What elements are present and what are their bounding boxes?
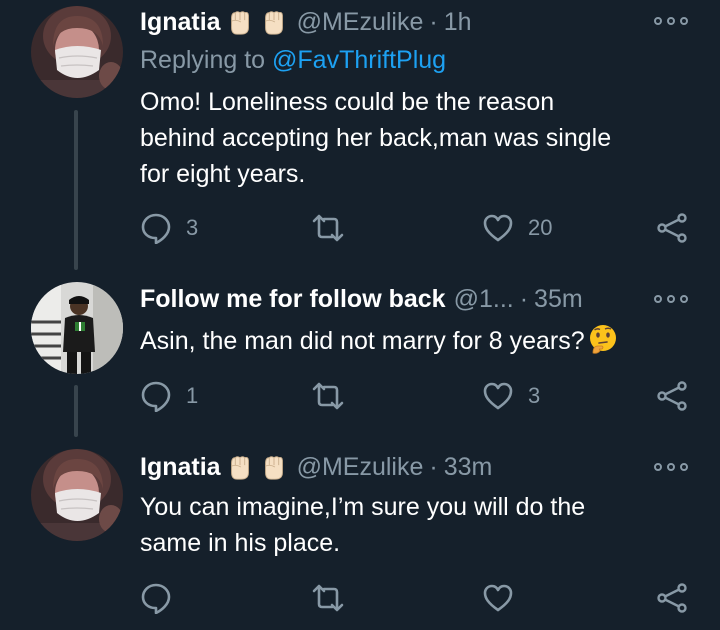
avatar[interactable] xyxy=(31,449,123,541)
tweet-text: You can imagine,I’m sure you will do the… xyxy=(140,489,685,561)
timestamp[interactable]: 1h xyxy=(444,8,472,37)
tweet-text: Omo! Loneliness could be the reason behi… xyxy=(140,84,685,192)
tweet-2[interactable]: Follow me for follow back @1... · 35m As… xyxy=(0,275,720,445)
display-name[interactable]: Ignatia xyxy=(140,8,221,37)
user-handle[interactable]: @MEzulike xyxy=(297,8,424,37)
tweet-text-line: same in his place. xyxy=(140,529,341,557)
avatar-image xyxy=(31,6,123,98)
thread-line xyxy=(74,110,78,270)
raised-fist-emoji-icon xyxy=(225,7,255,37)
retweet-icon xyxy=(310,212,346,244)
share-icon xyxy=(656,212,688,244)
timestamp[interactable]: 35m xyxy=(534,285,583,314)
share-icon xyxy=(656,380,688,412)
share-icon xyxy=(656,582,688,614)
more-options-icon[interactable] xyxy=(654,460,688,474)
avatar[interactable] xyxy=(31,282,123,374)
user-handle[interactable]: @MEzulike xyxy=(297,453,424,482)
tweet-actions xyxy=(140,578,700,618)
reply-icon xyxy=(140,380,172,412)
share-button[interactable] xyxy=(656,208,688,248)
like-button[interactable]: 20 xyxy=(482,208,552,248)
timestamp[interactable]: 33m xyxy=(444,453,493,482)
retweet-icon xyxy=(310,582,346,614)
tweet-text-line: behind accepting her back,man was single xyxy=(140,124,612,152)
heart-icon xyxy=(482,380,514,412)
reply-button[interactable]: 1 xyxy=(140,376,198,416)
tweet-header: Ignatia @MEzulike · 1h xyxy=(140,5,472,39)
avatar[interactable] xyxy=(31,6,123,98)
tweet-text-content: Asin, the man did not marry for 8 years? xyxy=(140,327,585,355)
heart-icon xyxy=(482,582,514,614)
reply-icon xyxy=(140,212,172,244)
tweet-text: Asin, the man did not marry for 8 years? xyxy=(140,323,685,359)
replying-to: Replying to @FavThriftPlug xyxy=(140,46,446,75)
like-count: 3 xyxy=(528,383,541,408)
like-button[interactable] xyxy=(482,578,514,618)
retweet-button[interactable] xyxy=(310,376,346,416)
replying-to-handle[interactable]: @FavThriftPlug xyxy=(272,46,446,74)
avatar-image xyxy=(31,449,123,541)
reply-button[interactable]: 3 xyxy=(140,208,198,248)
reply-button[interactable] xyxy=(140,578,172,618)
separator-dot: · xyxy=(429,7,438,36)
user-handle[interactable]: @1... xyxy=(454,285,514,314)
replying-to-label: Replying to xyxy=(140,46,273,74)
reply-icon xyxy=(140,582,172,614)
tweet-3[interactable]: Ignatia @MEzulike · 33m You can imagine,… xyxy=(0,445,720,630)
more-options-icon[interactable] xyxy=(654,292,688,306)
tweet-text-line: Omo! Loneliness could be the reason xyxy=(140,88,555,116)
tweet-text-line: Asin, the man did not marry for 8 years? xyxy=(140,323,685,359)
share-button[interactable] xyxy=(656,578,688,618)
separator-dot: · xyxy=(519,284,529,313)
raised-fist-emoji-icon xyxy=(225,452,255,482)
tweet-1[interactable]: Ignatia @MEzulike · 1h Replying to @FavT… xyxy=(0,0,720,275)
display-name[interactable]: Ignatia xyxy=(140,453,221,482)
retweet-icon xyxy=(310,380,346,412)
more-options-icon[interactable] xyxy=(654,14,688,28)
like-button[interactable]: 3 xyxy=(482,376,540,416)
separator-dot: · xyxy=(429,452,438,481)
reply-count: 1 xyxy=(186,383,199,408)
display-name[interactable]: Follow me for follow back xyxy=(140,285,446,314)
like-count: 20 xyxy=(528,215,553,240)
tweet-text-line: for eight years. xyxy=(140,160,306,188)
raised-fist-emoji-icon xyxy=(259,452,289,482)
avatar-image xyxy=(31,282,123,374)
tweet-text-line: You can imagine,I’m sure you will do the xyxy=(140,493,586,521)
tweet-header: Ignatia @MEzulike · 33m xyxy=(140,450,492,484)
raised-fist-emoji-icon xyxy=(259,7,289,37)
thread-line xyxy=(74,385,78,437)
share-button[interactable] xyxy=(656,376,688,416)
thinking-face-emoji-icon xyxy=(587,323,619,355)
reply-count: 3 xyxy=(186,215,199,240)
tweet-actions: 1 3 xyxy=(140,376,700,416)
tweet-header: Follow me for follow back @1... · 35m xyxy=(140,282,583,316)
retweet-button[interactable] xyxy=(310,208,346,248)
heart-icon xyxy=(482,212,514,244)
tweet-actions: 3 20 xyxy=(140,208,700,248)
retweet-button[interactable] xyxy=(310,578,346,618)
